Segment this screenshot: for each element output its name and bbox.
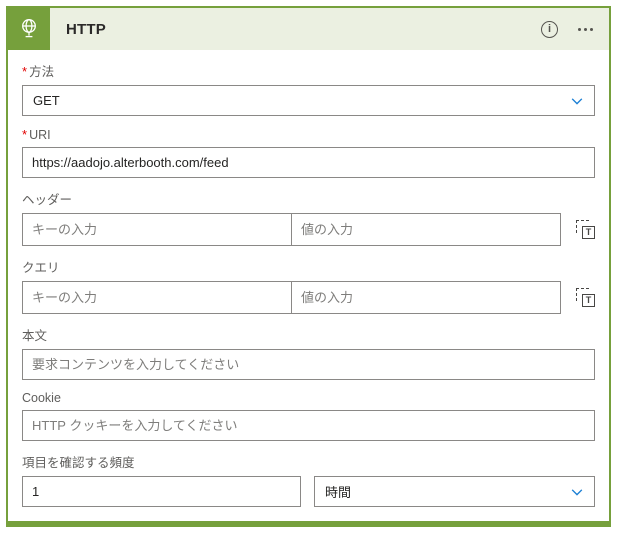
text-mode-icon[interactable]: T — [576, 220, 595, 239]
uri-input[interactable] — [22, 147, 595, 178]
method-value: GET — [33, 93, 60, 108]
cookie-input[interactable] — [22, 410, 595, 441]
method-label: * 方法 — [22, 64, 55, 79]
frequency-unit-dropdown[interactable]: 時間 — [314, 476, 595, 507]
ellipsis-menu-icon[interactable] — [578, 27, 593, 31]
globe-icon — [8, 8, 50, 50]
add-new-parameter-dropdown[interactable]: Add new parameter — [22, 521, 595, 527]
queries-label: クエリ — [22, 261, 60, 275]
text-mode-icon[interactable]: T — [576, 288, 595, 307]
headers-kv-pair — [22, 213, 561, 246]
method-field: * 方法 GET — [22, 61, 595, 116]
frequency-label: 項目を確認する頻度 — [22, 456, 135, 470]
chevron-down-icon — [570, 485, 584, 499]
headers-field: ヘッダー T — [22, 189, 595, 246]
uri-field: * URI — [22, 127, 595, 178]
frequency-field: 項目を確認する頻度 時間 — [22, 452, 595, 507]
card-body: * 方法 GET * URI ヘッダー — [8, 50, 609, 527]
queries-kv-pair — [22, 281, 561, 314]
chevron-down-icon — [570, 94, 584, 108]
card-title: HTTP — [66, 20, 106, 38]
body-label: 本文 — [22, 329, 48, 343]
add-parameter-wrap: Add new parameter — [22, 521, 595, 527]
required-asterisk: * — [22, 64, 28, 79]
required-asterisk: * — [22, 127, 28, 142]
headers-value-input[interactable] — [292, 214, 560, 245]
cookie-label: Cookie — [22, 391, 61, 405]
frequency-unit-value: 時間 — [325, 485, 352, 500]
body-input[interactable] — [22, 349, 595, 380]
headers-key-input[interactable] — [23, 214, 291, 245]
body-field: 本文 — [22, 325, 595, 380]
queries-field: クエリ T — [22, 257, 595, 314]
info-icon[interactable]: i — [541, 20, 558, 38]
queries-value-input[interactable] — [292, 282, 560, 313]
method-dropdown[interactable]: GET — [22, 85, 595, 116]
frequency-interval-input[interactable] — [22, 476, 301, 507]
queries-key-input[interactable] — [23, 282, 291, 313]
uri-label: * URI — [22, 127, 51, 142]
headers-label: ヘッダー — [22, 193, 73, 207]
card-header: HTTP i — [8, 8, 609, 50]
cookie-field: Cookie — [22, 391, 595, 441]
http-action-card: HTTP i * 方法 GET * URI https://aadojo.alt… — [6, 6, 611, 527]
